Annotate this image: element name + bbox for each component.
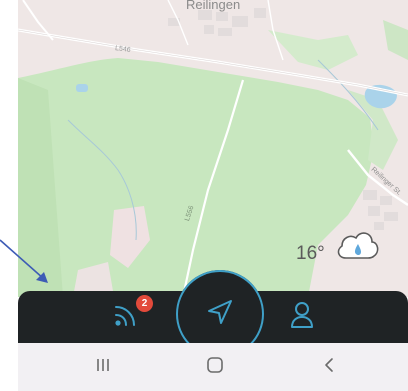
profile-button[interactable] — [282, 297, 322, 337]
notification-badge: 2 — [136, 295, 153, 312]
temperature-label: 16° — [296, 243, 325, 264]
cloud-rain-icon — [334, 226, 380, 271]
navigation-arrow-icon — [205, 297, 235, 332]
back-icon — [322, 357, 336, 378]
home-icon — [206, 356, 224, 379]
profile-icon — [289, 300, 315, 335]
weather-widget[interactable]: 16° — [296, 226, 386, 268]
back-button[interactable] — [314, 355, 344, 379]
recent-apps-button[interactable] — [88, 355, 118, 379]
town-label: Reilingen — [186, 0, 241, 12]
home-button[interactable] — [200, 355, 230, 379]
left-margin — [0, 0, 18, 391]
system-nav-bar — [18, 343, 408, 391]
recent-apps-icon — [95, 357, 111, 378]
